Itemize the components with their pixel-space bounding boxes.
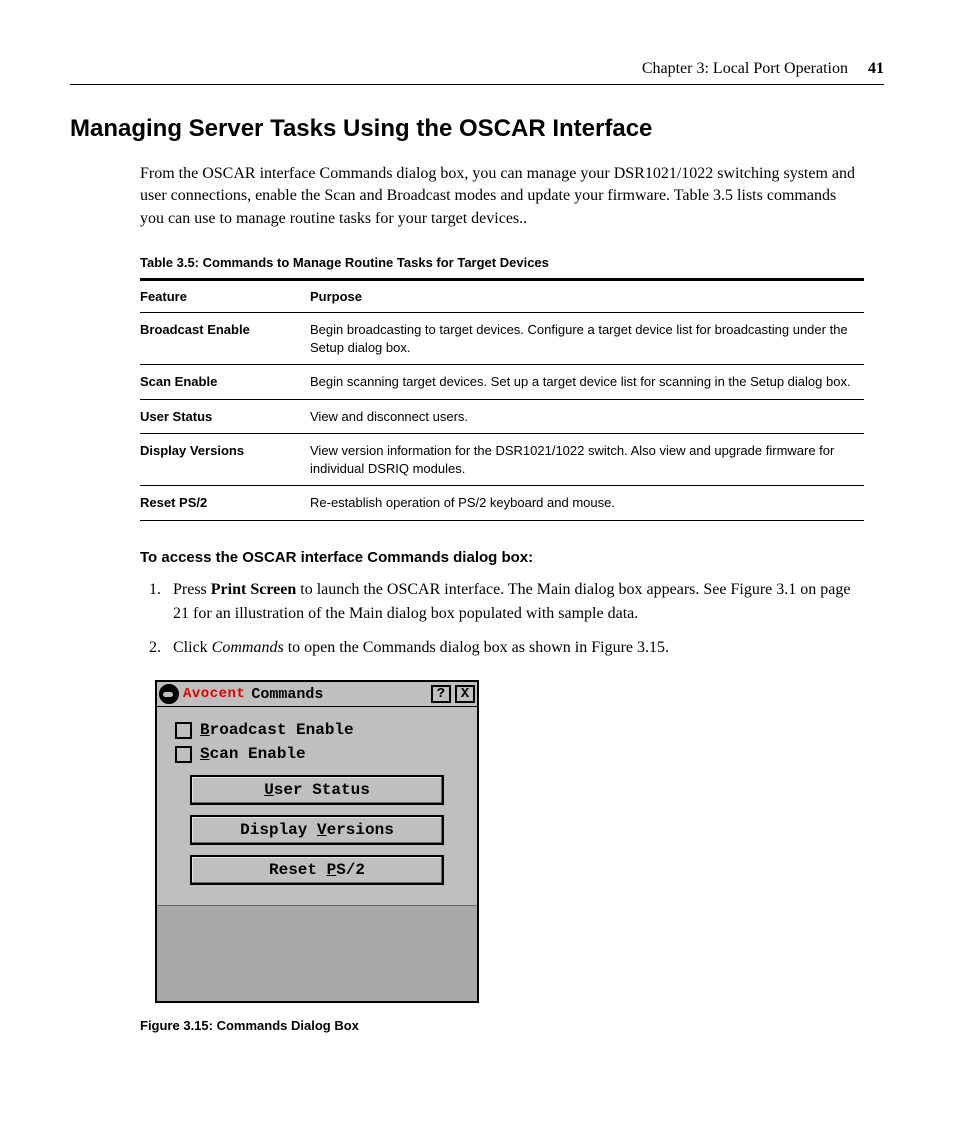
page-number: 41 (868, 60, 884, 78)
page-header: Chapter 3: Local Port Operation 41 (70, 60, 884, 85)
feature-cell: Display Versions (140, 434, 310, 486)
table-row: User Status View and disconnect users. (140, 399, 864, 434)
table-row: Reset PS/2 Re-establish operation of PS/… (140, 486, 864, 521)
table-row: Scan Enable Begin scanning target device… (140, 365, 864, 400)
scan-enable-label: Scan Enable (200, 745, 306, 763)
figure-caption: Figure 3.15: Commands Dialog Box (140, 1018, 884, 1033)
user-status-button[interactable]: User Status (190, 775, 444, 805)
feature-table: Feature Purpose Broadcast Enable Begin b… (140, 278, 864, 521)
step-1: Press Print Screen to launch the OSCAR i… (165, 578, 864, 626)
purpose-cell: Begin broadcasting to target devices. Co… (310, 313, 864, 365)
checkbox-icon[interactable] (175, 746, 192, 763)
section-title: Managing Server Tasks Using the OSCAR In… (70, 115, 884, 143)
procedure-steps: Press Print Screen to launch the OSCAR i… (140, 578, 864, 660)
step-text: Click (173, 639, 212, 656)
broadcast-enable-label: Broadcast Enable (200, 721, 354, 739)
col-feature: Feature (140, 280, 310, 313)
brand-label: Avocent (183, 686, 245, 702)
chapter-label: Chapter 3: Local Port Operation (642, 60, 848, 78)
print-screen-label: Print Screen (211, 581, 296, 598)
dialog-lower-panel (157, 905, 477, 1001)
help-button[interactable]: ? (431, 685, 451, 703)
feature-cell: User Status (140, 399, 310, 434)
purpose-cell: Begin scanning target devices. Set up a … (310, 365, 864, 400)
scan-enable-row[interactable]: Scan Enable (175, 745, 459, 763)
table-row: Display Versions View version informatio… (140, 434, 864, 486)
dialog-body: Broadcast Enable Scan Enable User Status… (157, 707, 477, 905)
procedure-heading: To access the OSCAR interface Commands d… (140, 549, 884, 566)
step-text: Press (173, 581, 211, 598)
intro-paragraph: From the OSCAR interface Commands dialog… (140, 163, 864, 230)
feature-cell: Broadcast Enable (140, 313, 310, 365)
feature-cell: Scan Enable (140, 365, 310, 400)
table-caption: Table 3.5: Commands to Manage Routine Ta… (140, 255, 884, 270)
commands-dialog-figure: Avocent Commands ? X Broadcast Enable Sc… (155, 680, 884, 1003)
purpose-cell: View version information for the DSR1021… (310, 434, 864, 486)
dialog-titlebar: Avocent Commands ? X (157, 682, 477, 707)
dialog-title-label: Commands (251, 686, 323, 703)
checkbox-icon[interactable] (175, 722, 192, 739)
broadcast-enable-row[interactable]: Broadcast Enable (175, 721, 459, 739)
col-purpose: Purpose (310, 280, 864, 313)
commands-ref: Commands (212, 639, 284, 656)
purpose-cell: Re-establish operation of PS/2 keyboard … (310, 486, 864, 521)
dialog-buttons: User Status Display Versions Reset PS/2 (175, 775, 459, 895)
feature-cell: Reset PS/2 (140, 486, 310, 521)
commands-dialog: Avocent Commands ? X Broadcast Enable Sc… (155, 680, 479, 1003)
close-button[interactable]: X (455, 685, 475, 703)
avocent-logo-icon (159, 684, 179, 704)
purpose-cell: View and disconnect users. (310, 399, 864, 434)
display-versions-button[interactable]: Display Versions (190, 815, 444, 845)
table-row: Broadcast Enable Begin broadcasting to t… (140, 313, 864, 365)
reset-ps2-button[interactable]: Reset PS/2 (190, 855, 444, 885)
step-text: to open the Commands dialog box as shown… (284, 639, 669, 656)
step-2: Click Commands to open the Commands dial… (165, 636, 864, 660)
